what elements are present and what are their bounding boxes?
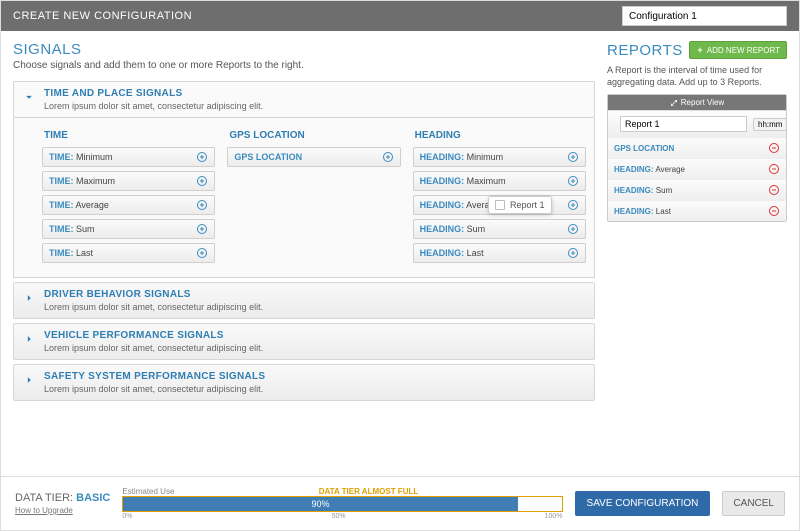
report-name-input[interactable] [620,116,747,132]
signal-group-safety-system[interactable]: SAFETY SYSTEM PERFORMANCE SIGNALS Lorem i… [13,364,595,401]
signals-title: SIGNALS [13,41,595,58]
cancel-button[interactable]: CANCEL [722,491,785,516]
col-title-heading: HEADING [415,130,586,141]
interval-button[interactable]: hh:mm [753,118,787,131]
est-label: Estimated Use [122,487,174,496]
estimated-use: Estimated Use DATA TIER ALMOST FULL 90% … [122,487,562,520]
signals-subtitle: Choose signals and add them to one or mo… [13,60,595,71]
signal-time-minimum[interactable]: TIME: Minimum [42,147,215,167]
signal-time-average[interactable]: TIME: Average [42,195,215,215]
signal-group-vehicle-performance[interactable]: VEHICLE PERFORMANCE SIGNALS Lorem ipsum d… [13,323,595,360]
usage-bar: 90% [122,496,562,512]
col-title-time: TIME [44,130,215,141]
reports-title: REPORTS [607,42,683,59]
data-tier-label: DATA TIER: BASIC [15,492,110,504]
signal-time-maximum[interactable]: TIME: Maximum [42,171,215,191]
plus-icon [567,223,579,235]
group-desc: Lorem ipsum dolor sit amet, consectetur … [44,302,263,312]
signal-heading-minimum[interactable]: HEADING: Minimum [413,147,586,167]
signals-panel: SIGNALS Choose signals and add them to o… [13,41,595,476]
ghost-label: Report 1 [510,200,545,210]
report-item-gps: GPS LOCATION [608,137,786,158]
report-card: Report View hh:mm GPS LOCATION HEADING: … [607,94,787,222]
plus-icon [567,175,579,187]
checkbox-icon [495,200,505,210]
group-title: VEHICLE PERFORMANCE SIGNALS [44,330,263,341]
signal-time-last[interactable]: TIME: Last [42,243,215,263]
tier-warning: DATA TIER ALMOST FULL [319,487,419,496]
topbar-title: CREATE NEW CONFIGURATION [13,10,192,22]
usage-bar-fill: 90% [123,497,517,511]
plus-icon [382,151,394,163]
group-title: SAFETY SYSTEM PERFORMANCE SIGNALS [44,371,265,382]
group-title: DRIVER BEHAVIOR SIGNALS [44,289,263,300]
expand-icon [670,99,678,107]
chevron-right-icon [22,291,36,305]
report-item-heading-last: HEADING: Last [608,200,786,221]
signal-time-sum[interactable]: TIME: Sum [42,219,215,239]
signal-group-time-place[interactable]: TIME AND PLACE SIGNALS Lorem ipsum dolor… [13,81,595,118]
report-item-heading-sum: HEADING: Sum [608,179,786,200]
chevron-right-icon [22,373,36,387]
plus-icon [196,199,208,211]
signal-heading-last[interactable]: HEADING: Last [413,243,586,263]
signal-gps-location[interactable]: GPS LOCATION [227,147,400,167]
plus-icon [196,223,208,235]
config-name-input[interactable] [622,6,787,26]
remove-icon[interactable] [768,184,780,196]
signal-heading-sum[interactable]: HEADING: Sum [413,219,586,239]
remove-icon[interactable] [768,163,780,175]
group-desc: Lorem ipsum dolor sit amet, consectetur … [44,343,263,353]
chevron-right-icon [22,332,36,346]
upgrade-link[interactable]: How to Upgrade [15,506,110,515]
report-view-toggle[interactable]: Report View [608,95,786,110]
remove-icon[interactable] [768,205,780,217]
plus-icon [196,175,208,187]
footer: DATA TIER: BASIC How to Upgrade Estimate… [1,476,799,530]
col-title-gps: GPS LOCATION [229,130,400,141]
group-title: TIME AND PLACE SIGNALS [44,88,263,99]
save-configuration-button[interactable]: SAVE CONFIGURATION [575,491,711,516]
signal-heading-maximum[interactable]: HEADING: Maximum [413,171,586,191]
chevron-down-icon [22,90,36,104]
group-desc: Lorem ipsum dolor sit amet, consectetur … [44,101,263,111]
reports-subtitle: A Report is the interval of time used fo… [607,65,787,88]
report-item-heading-average: HEADING: Average [608,158,786,179]
plus-icon [567,199,579,211]
plus-icon [196,151,208,163]
plus-icon [567,151,579,163]
reports-panel: REPORTS ADD NEW REPORT A Report is the i… [607,41,787,476]
plus-icon [696,46,704,54]
topbar: CREATE NEW CONFIGURATION [1,1,799,31]
add-report-button[interactable]: ADD NEW REPORT [689,41,787,59]
group-desc: Lorem ipsum dolor sit amet, consectetur … [44,384,265,394]
drag-ghost[interactable]: Report 1 [488,196,552,214]
remove-icon[interactable] [768,142,780,154]
plus-icon [196,247,208,259]
plus-icon [567,247,579,259]
signal-group-driver-behavior[interactable]: DRIVER BEHAVIOR SIGNALS Lorem ipsum dolor… [13,282,595,319]
